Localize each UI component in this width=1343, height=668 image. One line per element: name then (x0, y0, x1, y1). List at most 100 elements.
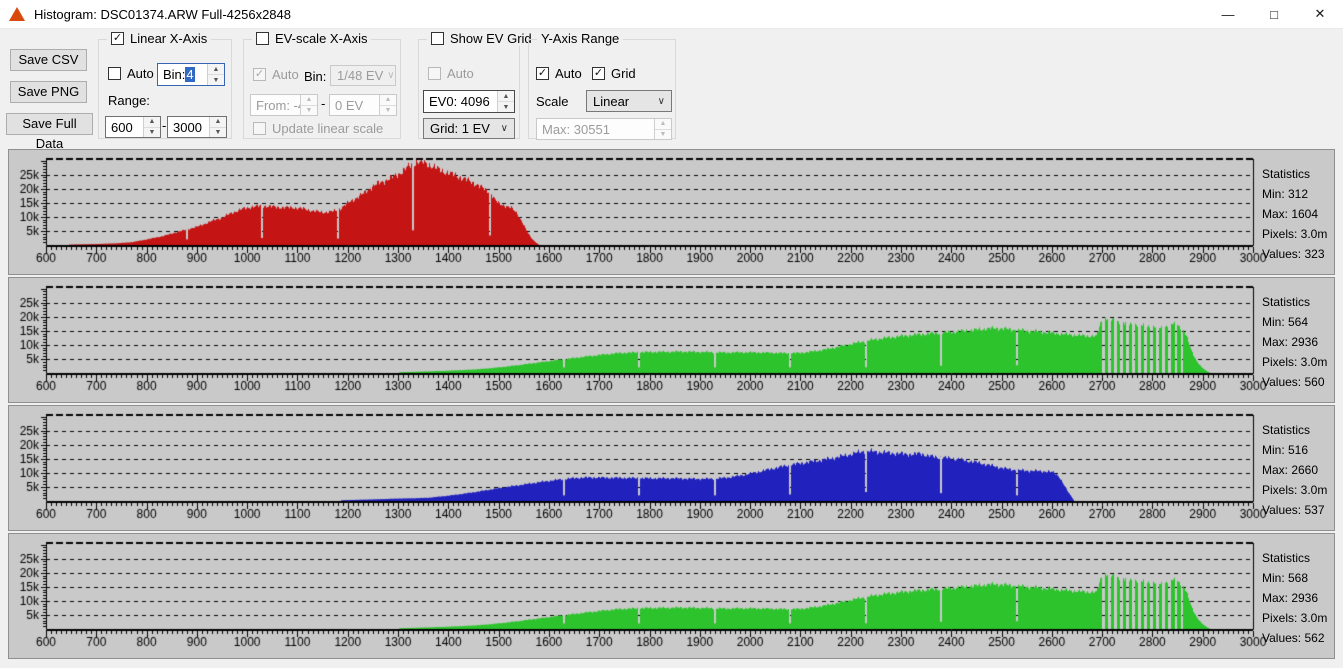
y-grid-checkbox[interactable]: ✓ (592, 67, 605, 80)
ev-from-spinner: From: -4 ▲▼ (250, 94, 318, 116)
save-full-data-button[interactable]: Save Full Data (6, 113, 93, 135)
ev-bin-combo: 1/48 EV ∨ (330, 65, 396, 86)
statistics-block-green2: Statistics Min: 568 Max: 2936 Pixels: 3.… (1262, 548, 1334, 648)
chevron-down-icon: ∨ (501, 123, 508, 134)
range-label: Range: (108, 93, 150, 108)
ev0-down-arrow[interactable]: ▼ (498, 102, 514, 112)
range-from-down-arrow[interactable]: ▼ (144, 128, 160, 138)
y-max-up-arrow: ▲ (655, 119, 671, 130)
bin-spinner[interactable]: Bin: 4 ▲▼ (157, 63, 225, 86)
bin-prefix: Bin: (163, 67, 185, 82)
bin-down-arrow[interactable]: ▼ (208, 75, 224, 85)
ev-scale-label: EV-scale X-Axis (275, 31, 367, 46)
ev0-value: EV0: 4096 (424, 91, 497, 112)
stats-max: Max: 2936 (1262, 588, 1334, 608)
ev-scale-group: EV-scale X-Axis ✓ Auto Bin: 1/48 EV ∨ Fr… (243, 39, 401, 139)
histogram-plot-green2[interactable] (9, 534, 1334, 658)
bin-value: 4 (185, 67, 194, 82)
ev-to-down-arrow: ▼ (380, 106, 396, 116)
stats-pixels: Pixels: 3.0m (1262, 352, 1334, 372)
window-title: Histogram: DSC01374.ARW Full-4256x2848 (34, 7, 291, 22)
bin-up-arrow[interactable]: ▲ (208, 64, 224, 75)
ev-grid-step-combo[interactable]: Grid: 1 EV ∨ (423, 118, 515, 139)
toolbar: Save CSV Save PNG Save Full Data ✓ Linea… (0, 29, 1343, 147)
range-to-spinner[interactable]: 3000 ▲▼ (167, 116, 227, 138)
stats-min: Min: 312 (1262, 184, 1334, 204)
range-dash: - (162, 118, 166, 133)
histogram-panel-green: Statistics Min: 564 Max: 2936 Pixels: 3.… (8, 277, 1335, 403)
minimize-button[interactable]: — (1205, 0, 1251, 28)
ev-bin-label: Bin: (304, 69, 326, 84)
range-to-up-arrow[interactable]: ▲ (210, 117, 226, 128)
range-from-value: 600 (106, 117, 143, 137)
y-max-spinner: Max: 30551 ▲▼ (536, 118, 672, 140)
linear-x-axis-label: Linear X-Axis (130, 31, 207, 46)
statistics-block-green: Statistics Min: 564 Max: 2936 Pixels: 3.… (1262, 292, 1334, 392)
y-axis-range-label: Y-Axis Range (541, 31, 619, 46)
linear-x-axis-group: ✓ Linear X-Axis Auto Bin: 4 ▲▼ Range: 60… (98, 39, 232, 139)
app-icon (9, 7, 25, 21)
evgrid-auto-label: Auto (447, 66, 474, 81)
histogram-plot-green[interactable] (9, 278, 1334, 402)
ev-from-up-arrow: ▲ (301, 95, 317, 106)
stats-min: Min: 568 (1262, 568, 1334, 588)
ev-from-down-arrow: ▼ (301, 106, 317, 116)
ev-range-dash: - (321, 96, 325, 111)
chevron-down-icon: ∨ (387, 70, 394, 81)
title-bar: Histogram: DSC01374.ARW Full-4256x2848 —… (0, 0, 1343, 29)
ev-auto-checkbox: ✓ (253, 68, 266, 81)
stats-max: Max: 2936 (1262, 332, 1334, 352)
stats-title: Statistics (1262, 548, 1334, 568)
linear-auto-label: Auto (127, 66, 154, 81)
ev-grid-step-value: Grid: 1 EV (430, 121, 490, 136)
y-auto-checkbox[interactable]: ✓ (536, 67, 549, 80)
statistics-block-red: Statistics Min: 312 Max: 1604 Pixels: 3.… (1262, 164, 1334, 264)
stats-min: Min: 516 (1262, 440, 1334, 460)
evgrid-auto-checkbox (428, 67, 441, 80)
ev-to-up-arrow: ▲ (380, 95, 396, 106)
stats-max: Max: 2660 (1262, 460, 1334, 480)
close-button[interactable]: ✕ (1297, 0, 1343, 28)
ev0-spinner[interactable]: EV0: 4096 ▲▼ (423, 90, 515, 113)
stats-pixels: Pixels: 3.0m (1262, 224, 1334, 244)
y-auto-label: Auto (555, 66, 582, 81)
save-csv-button[interactable]: Save CSV (10, 49, 87, 71)
ev-from-value: From: -4 (251, 95, 300, 115)
y-scale-combo[interactable]: Linear ∨ (586, 90, 672, 112)
maximize-button[interactable]: □ (1251, 0, 1297, 28)
show-ev-grid-label: Show EV Grid (450, 31, 532, 46)
stats-title: Statistics (1262, 292, 1334, 312)
y-max-value: Max: 30551 (537, 119, 654, 139)
range-from-spinner[interactable]: 600 ▲▼ (105, 116, 161, 138)
ev-auto-label: Auto (272, 67, 299, 82)
linear-auto-checkbox[interactable] (108, 67, 121, 80)
histogram-plot-blue[interactable] (9, 406, 1334, 530)
stats-values: Values: 323 (1262, 244, 1334, 264)
window-controls: — □ ✕ (1205, 0, 1343, 28)
show-ev-grid-checkbox[interactable] (431, 32, 444, 45)
update-linear-scale-checkbox (253, 122, 266, 135)
stats-pixels: Pixels: 3.0m (1262, 608, 1334, 628)
range-to-down-arrow[interactable]: ▼ (210, 128, 226, 138)
stats-title: Statistics (1262, 420, 1334, 440)
stats-values: Values: 560 (1262, 372, 1334, 392)
y-grid-label: Grid (611, 66, 636, 81)
range-from-up-arrow[interactable]: ▲ (144, 117, 160, 128)
save-png-button[interactable]: Save PNG (10, 81, 87, 103)
show-ev-grid-group: Show EV Grid Auto EV0: 4096 ▲▼ Grid: 1 E… (418, 39, 520, 139)
y-scale-value: Linear (593, 94, 629, 109)
stats-pixels: Pixels: 3.0m (1262, 480, 1334, 500)
stats-max: Max: 1604 (1262, 204, 1334, 224)
statistics-block-blue: Statistics Min: 516 Max: 2660 Pixels: 3.… (1262, 420, 1334, 520)
range-to-value: 3000 (168, 117, 209, 137)
ev-to-spinner: 0 EV ▲▼ (329, 94, 397, 116)
linear-x-axis-checkbox[interactable]: ✓ (111, 32, 124, 45)
stats-values: Values: 562 (1262, 628, 1334, 648)
ev0-up-arrow[interactable]: ▲ (498, 91, 514, 102)
y-axis-range-group: Y-Axis Range ✓ Auto ✓ Grid Scale Linear … (528, 39, 676, 139)
scale-label: Scale (536, 94, 569, 109)
ev-to-value: 0 EV (330, 95, 379, 115)
histogram-plot-red[interactable] (9, 150, 1334, 274)
stats-min: Min: 564 (1262, 312, 1334, 332)
ev-scale-checkbox[interactable] (256, 32, 269, 45)
